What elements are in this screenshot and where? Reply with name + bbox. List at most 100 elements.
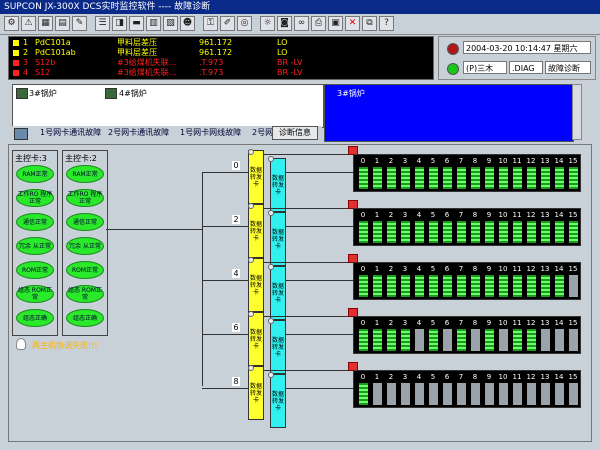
io-slot[interactable] bbox=[555, 383, 564, 405]
comm-card-primary[interactable]: 数据转发卡 bbox=[248, 312, 264, 366]
io-slot[interactable] bbox=[457, 221, 466, 243]
comm-card-backup[interactable]: 数据转发卡 bbox=[270, 374, 286, 428]
io-slot[interactable] bbox=[555, 221, 564, 243]
controller-status-indicator[interactable]: 组态正确 bbox=[16, 309, 54, 327]
io-slot[interactable] bbox=[485, 275, 494, 297]
io-slot[interactable] bbox=[387, 221, 396, 243]
io-slot[interactable] bbox=[499, 167, 508, 189]
lock-icon[interactable]: ⚿ bbox=[203, 16, 218, 31]
print-icon[interactable]: ⎙ bbox=[311, 16, 326, 31]
comm-card-primary[interactable]: 数据转发卡 bbox=[248, 258, 264, 312]
controller-status-indicator[interactable]: 组态 ROM正常 bbox=[66, 285, 104, 303]
io-slot[interactable] bbox=[499, 383, 508, 405]
controller-status-indicator[interactable]: 冗余 从正常 bbox=[66, 237, 104, 255]
io-slot[interactable] bbox=[527, 383, 536, 405]
doc-icon[interactable]: ▤ bbox=[55, 16, 70, 31]
io-slot[interactable] bbox=[415, 221, 424, 243]
io-slot[interactable] bbox=[415, 383, 424, 405]
io-slot[interactable] bbox=[499, 221, 508, 243]
io-slot[interactable] bbox=[401, 167, 410, 189]
tab-net1-cable[interactable]: 1号网卡网线故障 bbox=[180, 126, 241, 140]
io-slot[interactable] bbox=[387, 383, 396, 405]
io-slot[interactable] bbox=[415, 329, 424, 351]
io-slot[interactable] bbox=[499, 329, 508, 351]
io-slot[interactable] bbox=[541, 383, 550, 405]
controller-status-indicator[interactable]: 通信正常 bbox=[16, 213, 54, 231]
boiler-middle-label[interactable]: 4#锅炉 bbox=[119, 88, 147, 99]
io-slot[interactable] bbox=[569, 221, 578, 243]
alarm-row[interactable]: 1 PdC101a 甲料层差压 961.172 LO bbox=[9, 38, 433, 48]
io-slot[interactable] bbox=[401, 221, 410, 243]
io-slot[interactable] bbox=[359, 221, 368, 243]
io-slot[interactable] bbox=[485, 221, 494, 243]
comm-card-backup[interactable]: 数据转发卡 bbox=[270, 212, 286, 266]
io-slot[interactable] bbox=[527, 329, 536, 351]
io-slot[interactable] bbox=[457, 167, 466, 189]
glasses-icon[interactable]: ∞ bbox=[294, 16, 309, 31]
tab-net1-comm[interactable]: 1号网卡通讯故障 bbox=[40, 126, 101, 140]
comm-card-backup[interactable]: 数据转发卡 bbox=[270, 266, 286, 320]
io-slot[interactable] bbox=[429, 329, 438, 351]
comm-card-backup[interactable]: 数据转发卡 bbox=[270, 158, 286, 212]
io-slot[interactable] bbox=[541, 221, 550, 243]
io-slot[interactable] bbox=[429, 275, 438, 297]
io-slot[interactable] bbox=[373, 167, 382, 189]
io-slot[interactable] bbox=[471, 383, 480, 405]
io-slot[interactable] bbox=[415, 275, 424, 297]
comm-card-primary[interactable]: 数据转发卡 bbox=[248, 204, 264, 258]
camera-icon[interactable]: ◙ bbox=[277, 16, 292, 31]
controller-status-indicator[interactable]: ROM正常 bbox=[66, 261, 104, 279]
comm-card-backup[interactable]: 数据转发卡 bbox=[270, 320, 286, 374]
io-slot[interactable] bbox=[569, 275, 578, 297]
save-icon[interactable]: ▣ bbox=[328, 16, 343, 31]
io-slot[interactable] bbox=[415, 167, 424, 189]
io-slot[interactable] bbox=[429, 167, 438, 189]
grid-icon[interactable]: ▦ bbox=[38, 16, 53, 31]
io-slot[interactable] bbox=[513, 167, 522, 189]
io-slot[interactable] bbox=[457, 383, 466, 405]
io-slot[interactable] bbox=[387, 329, 396, 351]
controller-status-indicator[interactable]: 工作RO 程序正常 bbox=[16, 189, 54, 207]
sheet-icon[interactable]: ▧ bbox=[163, 16, 178, 31]
io-slot[interactable] bbox=[359, 329, 368, 351]
warning-icon[interactable]: ⚠ bbox=[21, 16, 36, 31]
io-slot[interactable] bbox=[471, 167, 480, 189]
vertical-scrollbar[interactable] bbox=[572, 84, 582, 140]
target-icon[interactable]: ◎ bbox=[237, 16, 252, 31]
boiler-icon[interactable] bbox=[16, 88, 28, 99]
sun-icon[interactable]: ☼ bbox=[260, 16, 275, 31]
close-icon[interactable]: ✕ bbox=[345, 16, 360, 31]
dash-icon[interactable]: ▬ bbox=[129, 16, 144, 31]
boiler-left-label[interactable]: 3#锅炉 bbox=[29, 88, 57, 99]
io-slot[interactable] bbox=[457, 275, 466, 297]
io-slot[interactable] bbox=[569, 383, 578, 405]
io-slot[interactable] bbox=[471, 329, 480, 351]
io-slot[interactable] bbox=[373, 329, 382, 351]
diag-info-button[interactable]: 诊断信息 bbox=[272, 126, 318, 140]
io-slot[interactable] bbox=[485, 167, 494, 189]
io-slot[interactable] bbox=[359, 275, 368, 297]
io-slot[interactable] bbox=[401, 329, 410, 351]
io-slot[interactable] bbox=[443, 383, 452, 405]
io-slot[interactable] bbox=[387, 167, 396, 189]
io-slot[interactable] bbox=[443, 221, 452, 243]
io-slot[interactable] bbox=[387, 275, 396, 297]
list-icon[interactable]: ☰ bbox=[95, 16, 110, 31]
io-slot[interactable] bbox=[541, 275, 550, 297]
io-slot[interactable] bbox=[471, 221, 480, 243]
io-slot[interactable] bbox=[513, 329, 522, 351]
io-slot[interactable] bbox=[359, 167, 368, 189]
controller-status-indicator[interactable]: RAM正常 bbox=[66, 165, 104, 183]
controller-status-indicator[interactable]: 冗余 从正常 bbox=[16, 237, 54, 255]
io-slot[interactable] bbox=[373, 221, 382, 243]
io-slot[interactable] bbox=[443, 167, 452, 189]
io-slot[interactable] bbox=[527, 167, 536, 189]
alarm-row[interactable]: 2 PdC101ab 甲料层差压 961.172 LO bbox=[9, 48, 433, 58]
controller-status-indicator[interactable]: 组态 ROM正常 bbox=[16, 285, 54, 303]
tool-icon[interactable]: ⚙ bbox=[4, 16, 19, 31]
controller-status-indicator[interactable]: RAM正常 bbox=[16, 165, 54, 183]
user-icon[interactable]: ☻ bbox=[180, 16, 195, 31]
io-slot[interactable] bbox=[401, 383, 410, 405]
io-slot[interactable] bbox=[513, 221, 522, 243]
io-slot[interactable] bbox=[513, 383, 522, 405]
